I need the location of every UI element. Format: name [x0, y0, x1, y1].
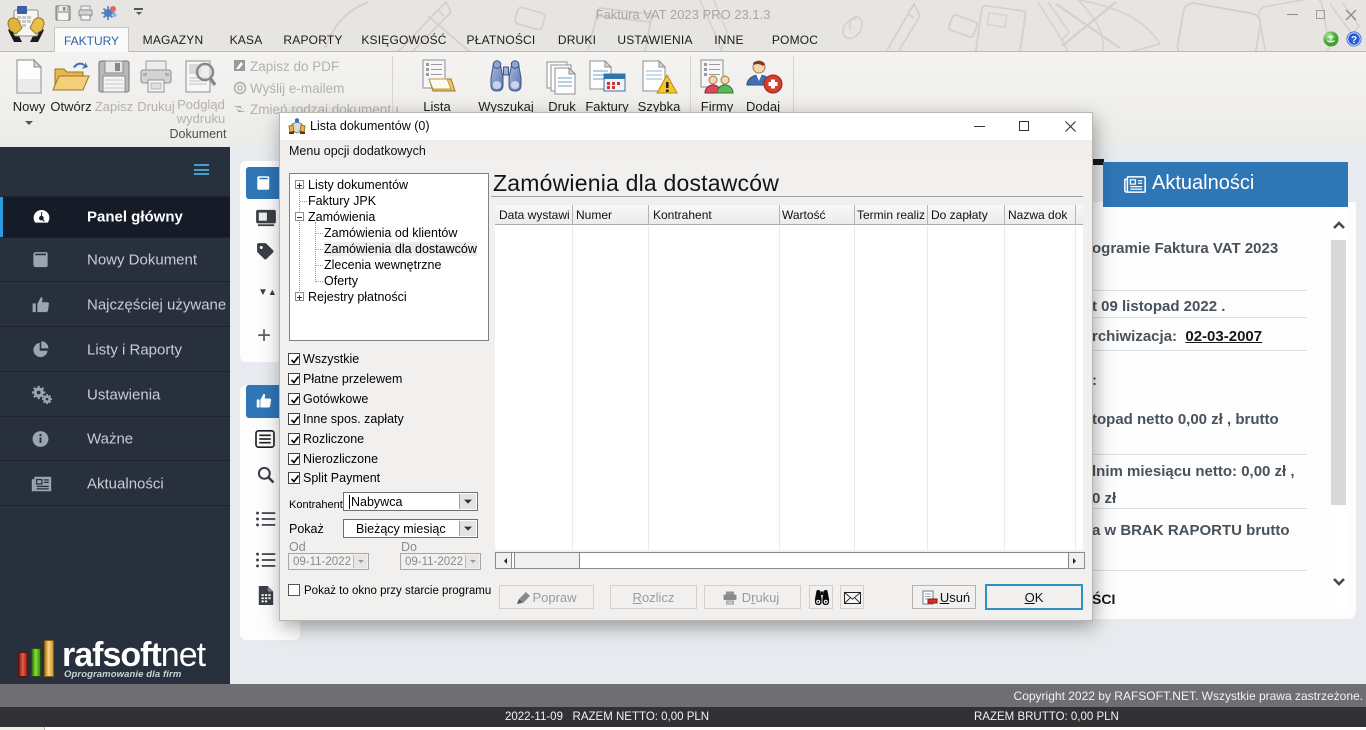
svg-text:?: ?: [1351, 35, 1357, 46]
